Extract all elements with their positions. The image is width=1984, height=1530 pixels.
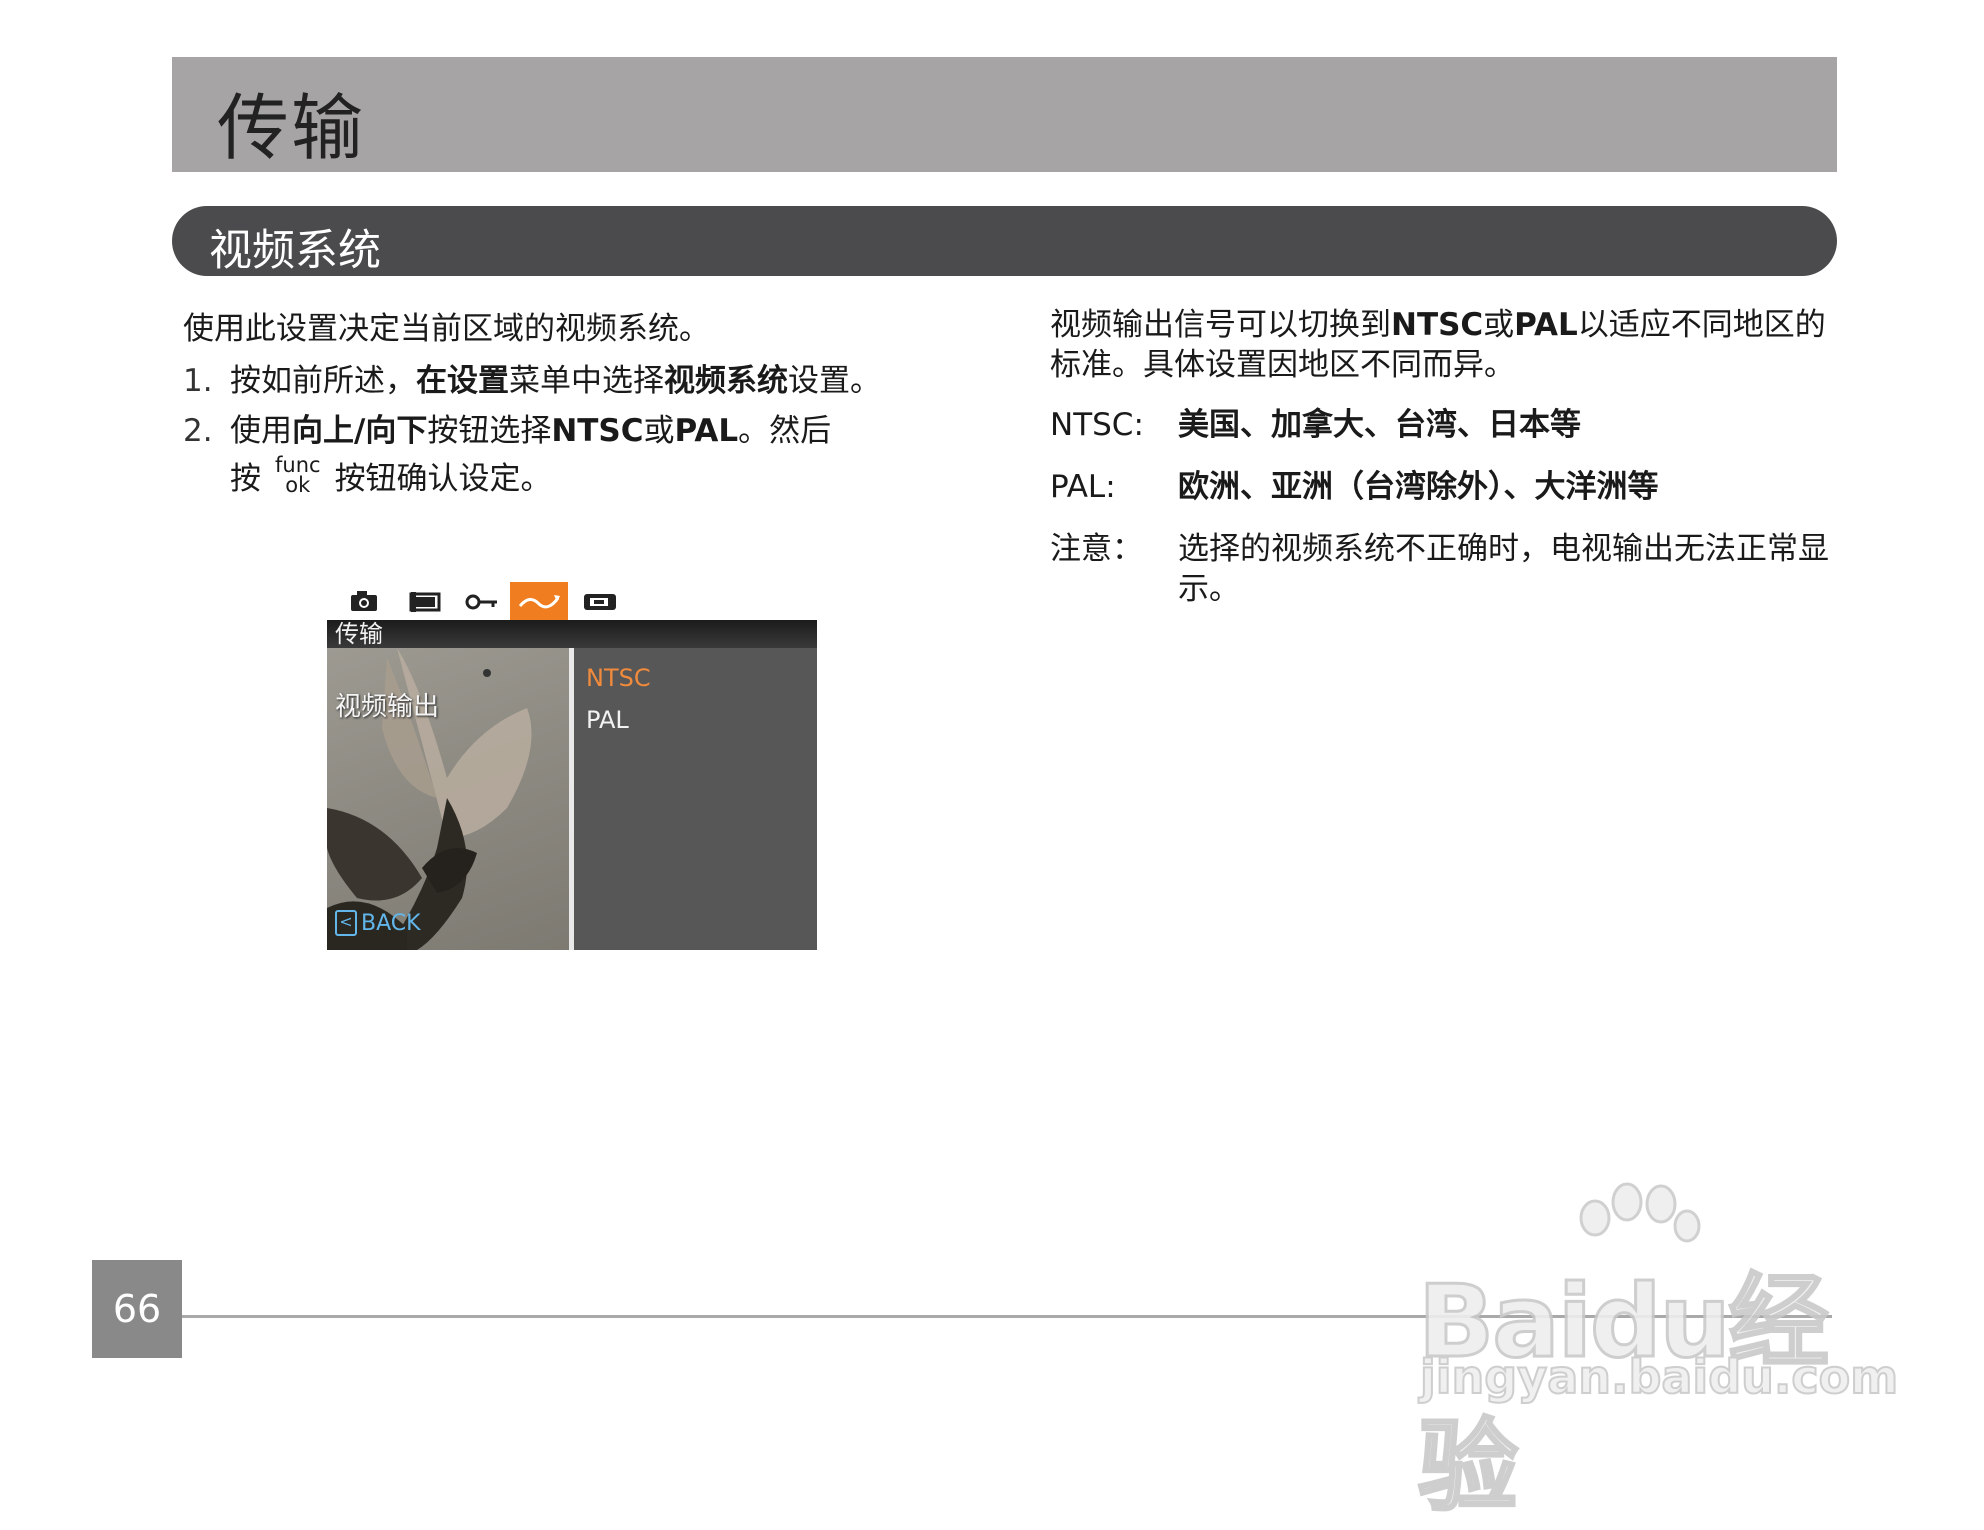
note-term: 注意： — [1050, 531, 1143, 567]
step-text: 设置。 — [788, 363, 881, 399]
step-bold: PAL — [674, 413, 739, 449]
step-number: 2. — [183, 413, 213, 449]
key-icon — [453, 582, 511, 620]
menu-title-bar: 传输 — [327, 620, 817, 648]
section-header: 视频系统 — [172, 206, 1837, 276]
step-bold: 向上/向下 — [292, 413, 428, 449]
step-text: 按钮选择 — [427, 413, 552, 449]
func-label: func — [275, 452, 321, 477]
options-panel: NTSC PAL — [574, 648, 817, 950]
note-desc: 选择的视频系统不正确时，电视输出无法正常显示。 — [1178, 531, 1829, 607]
back-button[interactable]: < BACK — [335, 910, 421, 936]
step-bold: 在设置 — [416, 363, 509, 399]
definition-term: NTSC: — [1050, 407, 1144, 443]
film-icon — [395, 582, 453, 620]
desc-bold: PAL — [1514, 307, 1578, 343]
description-column: 视频输出信号可以切换到NTSC或PAL以适应不同地区的标准。具体设置因地区不同而… — [1050, 305, 1840, 631]
step-bold: NTSC — [551, 413, 644, 449]
definition-term: PAL: — [1050, 469, 1116, 505]
desc-text: 视频输出信号可以切换到 — [1050, 307, 1391, 343]
step-text: 。然后 — [738, 413, 832, 449]
transfer-icon — [510, 582, 568, 620]
baidu-watermark: Baidu经验 jingyan.baidu.com — [1410, 1180, 1899, 1527]
definition-pal: PAL: 欧洲、亚洲（台湾除外）、大洋洲等 — [1050, 467, 1840, 507]
step-2: 2. 使用向上/向下按钮选择NTSC或PAL。然后 按 func ok 按钮确认设定。 — [183, 407, 943, 503]
camera-menu-screenshot: 传输 NTSC PAL 视频输出 < BACK — [327, 582, 817, 950]
definition-ntsc: NTSC: 美国、加拿大、台湾、日本等 — [1050, 405, 1840, 445]
step-number: 1. — [183, 363, 213, 399]
step-bold: 视频系统 — [664, 363, 788, 399]
menu-tabs — [327, 582, 817, 620]
description-paragraph: 视频输出信号可以切换到NTSC或PAL以适应不同地区的标准。具体设置因地区不同而… — [1050, 305, 1840, 385]
back-label: BACK — [361, 910, 421, 936]
page-number: 66 — [92, 1260, 182, 1358]
desc-text: 或 — [1483, 307, 1515, 343]
step-text: 按 — [230, 461, 261, 497]
chapter-title: 传输 — [217, 86, 366, 170]
step-1: 1. 按如前所述，在设置菜单中选择视频系统设置。 — [183, 357, 943, 405]
func-ok-icon: func ok — [275, 452, 321, 497]
ok-label: ok — [285, 472, 311, 497]
step-text: 菜单中选择 — [509, 363, 664, 399]
camera-icon — [335, 582, 393, 620]
chapter-header: 传输 — [172, 57, 1837, 172]
definition-desc: 美国、加拿大、台湾、日本等 — [1178, 407, 1581, 443]
menu-title: 传输 — [335, 620, 383, 648]
instructions-column: 使用此设置决定当前区域的视频系统。 1. 按如前所述，在设置菜单中选择视频系统设… — [183, 305, 943, 505]
option-pal[interactable]: PAL — [586, 706, 629, 734]
note: 注意： 选择的视频系统不正确时，电视输出无法正常显示。 — [1050, 529, 1840, 609]
definition-desc: 欧洲、亚洲（台湾除外）、大洋洲等 — [1178, 469, 1659, 505]
step-text: 使用 — [230, 413, 292, 449]
intro-text: 使用此设置决定当前区域的视频系统。 — [183, 311, 710, 347]
option-ntsc[interactable]: NTSC — [586, 664, 651, 692]
watermark-url: jingyan.baidu.com — [1419, 1349, 1899, 1405]
settings-icon — [570, 582, 628, 620]
desc-bold: NTSC — [1391, 307, 1484, 343]
section-title: 视频系统 — [209, 226, 381, 276]
step-text: 或 — [643, 413, 675, 449]
step-text: 按钮确认设定。 — [334, 461, 552, 497]
video-output-label: 视频输出 — [335, 692, 440, 722]
back-arrow-icon: < — [335, 910, 357, 936]
step-text: 按如前所述， — [230, 363, 416, 399]
